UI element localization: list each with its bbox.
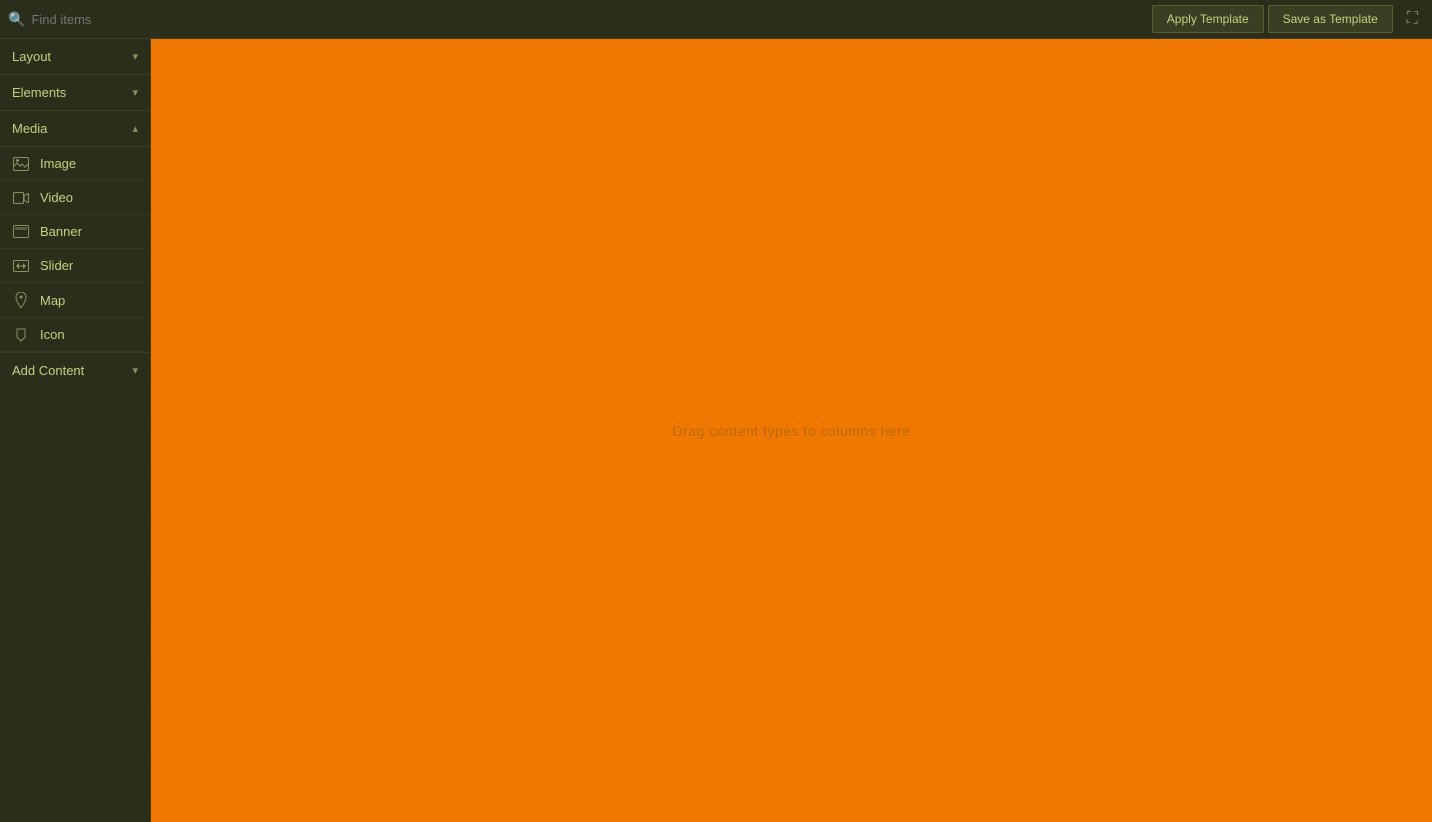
chevron-down-icon: ▾ [132,364,138,377]
sidebar-item-image-label: Image [40,156,76,171]
sidebar-section-media[interactable]: Media ▴ [0,111,150,147]
sidebar-item-video[interactable]: Video [0,181,150,215]
sidebar: Layout ▾ Elements ▾ Media ▴ Image [0,39,151,822]
sidebar-item-banner-label: Banner [40,224,82,239]
add-content-label: Add Content [12,363,84,378]
sidebar-item-map[interactable]: Map [0,283,150,318]
video-icon [12,192,30,204]
sidebar-section-layout[interactable]: Layout ▾ [0,39,150,75]
sidebar-item-image[interactable]: Image [0,147,150,181]
expand-icon: ⛶ [1407,10,1418,27]
sidebar-item-slider-label: Slider [40,258,73,273]
slider-icon [12,260,30,272]
sidebar-item-map-label: Map [40,293,65,308]
add-content-section[interactable]: Add Content ▾ [0,352,150,388]
banner-icon [12,225,30,238]
chevron-up-icon: ▴ [132,122,138,135]
sidebar-section-elements[interactable]: Elements ▾ [0,75,150,111]
sidebar-item-icon[interactable]: Icon [0,318,150,352]
sidebar-section-media-label: Media [12,121,47,136]
topbar: 🔍 Apply Template Save as Template ⛶ [0,0,1432,39]
drop-hint: Drag content types to columns here [672,423,910,439]
save-as-template-button[interactable]: Save as Template [1268,5,1393,33]
expand-button[interactable]: ⛶ [1401,6,1424,32]
sidebar-item-icon-label: Icon [40,327,65,342]
image-icon [12,157,30,171]
canvas-area[interactable]: Drag content types to columns here [151,39,1432,822]
apply-template-button[interactable]: Apply Template [1152,5,1264,33]
search-icon: 🔍 [8,11,25,28]
chevron-down-icon: ▾ [132,86,138,99]
sidebar-item-banner[interactable]: Banner [0,215,150,249]
chevron-down-icon: ▾ [132,50,138,63]
sidebar-item-slider[interactable]: Slider [0,249,150,283]
main-area: Layout ▾ Elements ▾ Media ▴ Image [0,39,1432,822]
sidebar-section-layout-label: Layout [12,49,51,64]
search-input[interactable] [31,12,211,27]
icon-icon [12,328,30,342]
topbar-right: Apply Template Save as Template ⛶ [1152,5,1424,33]
topbar-left: 🔍 [8,11,211,28]
sidebar-section-elements-label: Elements [12,85,66,100]
sidebar-item-video-label: Video [40,190,73,205]
map-icon [12,292,30,308]
